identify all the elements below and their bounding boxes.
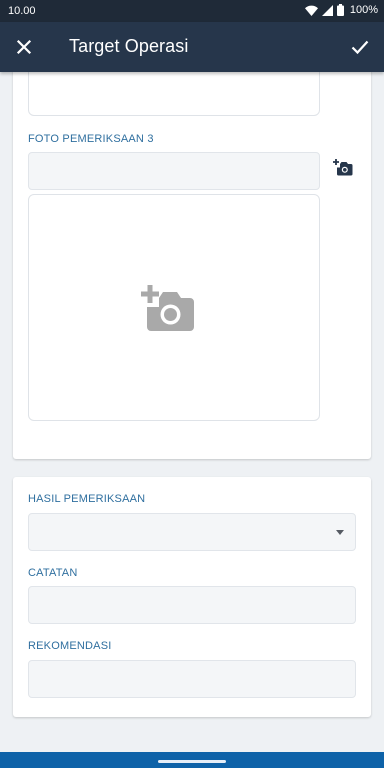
- navigation-bar: [0, 752, 384, 768]
- page-title: Target Operasi: [69, 36, 189, 56]
- add-photo-button[interactable]: [332, 158, 354, 178]
- catatan-input[interactable]: [28, 586, 356, 624]
- hasil-pemeriksaan-dropdown[interactable]: [28, 513, 356, 551]
- catatan-label: CATATAN: [28, 567, 78, 579]
- dropdown-arrow-icon: [336, 530, 344, 535]
- close-button[interactable]: [10, 33, 38, 61]
- hasil-pemeriksaan-label: HASIL PEMERIKSAAN: [28, 493, 146, 505]
- previous-photo-preview[interactable]: [28, 72, 320, 116]
- photo-preview-area[interactable]: [28, 194, 320, 421]
- photo-field-label: FOTO PEMERIKSAAN 3: [28, 133, 154, 145]
- status-icons: 100%: [304, 4, 378, 16]
- status-bar: 10.00 100%: [0, 0, 384, 22]
- check-icon: [351, 40, 369, 55]
- save-button[interactable]: [346, 33, 374, 61]
- form-scroll-area[interactable]: FOTO PEMERIKSAAN 3 HASIL PEMERIKSAAN CAT…: [0, 72, 384, 752]
- app-bar: Target Operasi: [0, 22, 384, 72]
- photo-field[interactable]: [28, 152, 320, 190]
- wifi-icon: [304, 5, 318, 16]
- rekomendasi-input[interactable]: [28, 660, 356, 698]
- rekomendasi-label: REKOMENDASI: [28, 640, 112, 652]
- cellular-signal-icon: [321, 4, 333, 16]
- close-icon: [16, 39, 32, 55]
- result-card: HASIL PEMERIKSAAN CATATAN REKOMENDASI: [13, 477, 371, 717]
- add-camera-icon: [333, 159, 353, 176]
- add-photo-placeholder-icon: [141, 285, 194, 331]
- home-gesture-handle[interactable]: [158, 760, 226, 763]
- battery-level: 100%: [349, 4, 378, 16]
- battery-icon: [336, 4, 344, 16]
- status-time: 10.00: [8, 5, 36, 17]
- photo-card: FOTO PEMERIKSAAN 3: [13, 72, 371, 459]
